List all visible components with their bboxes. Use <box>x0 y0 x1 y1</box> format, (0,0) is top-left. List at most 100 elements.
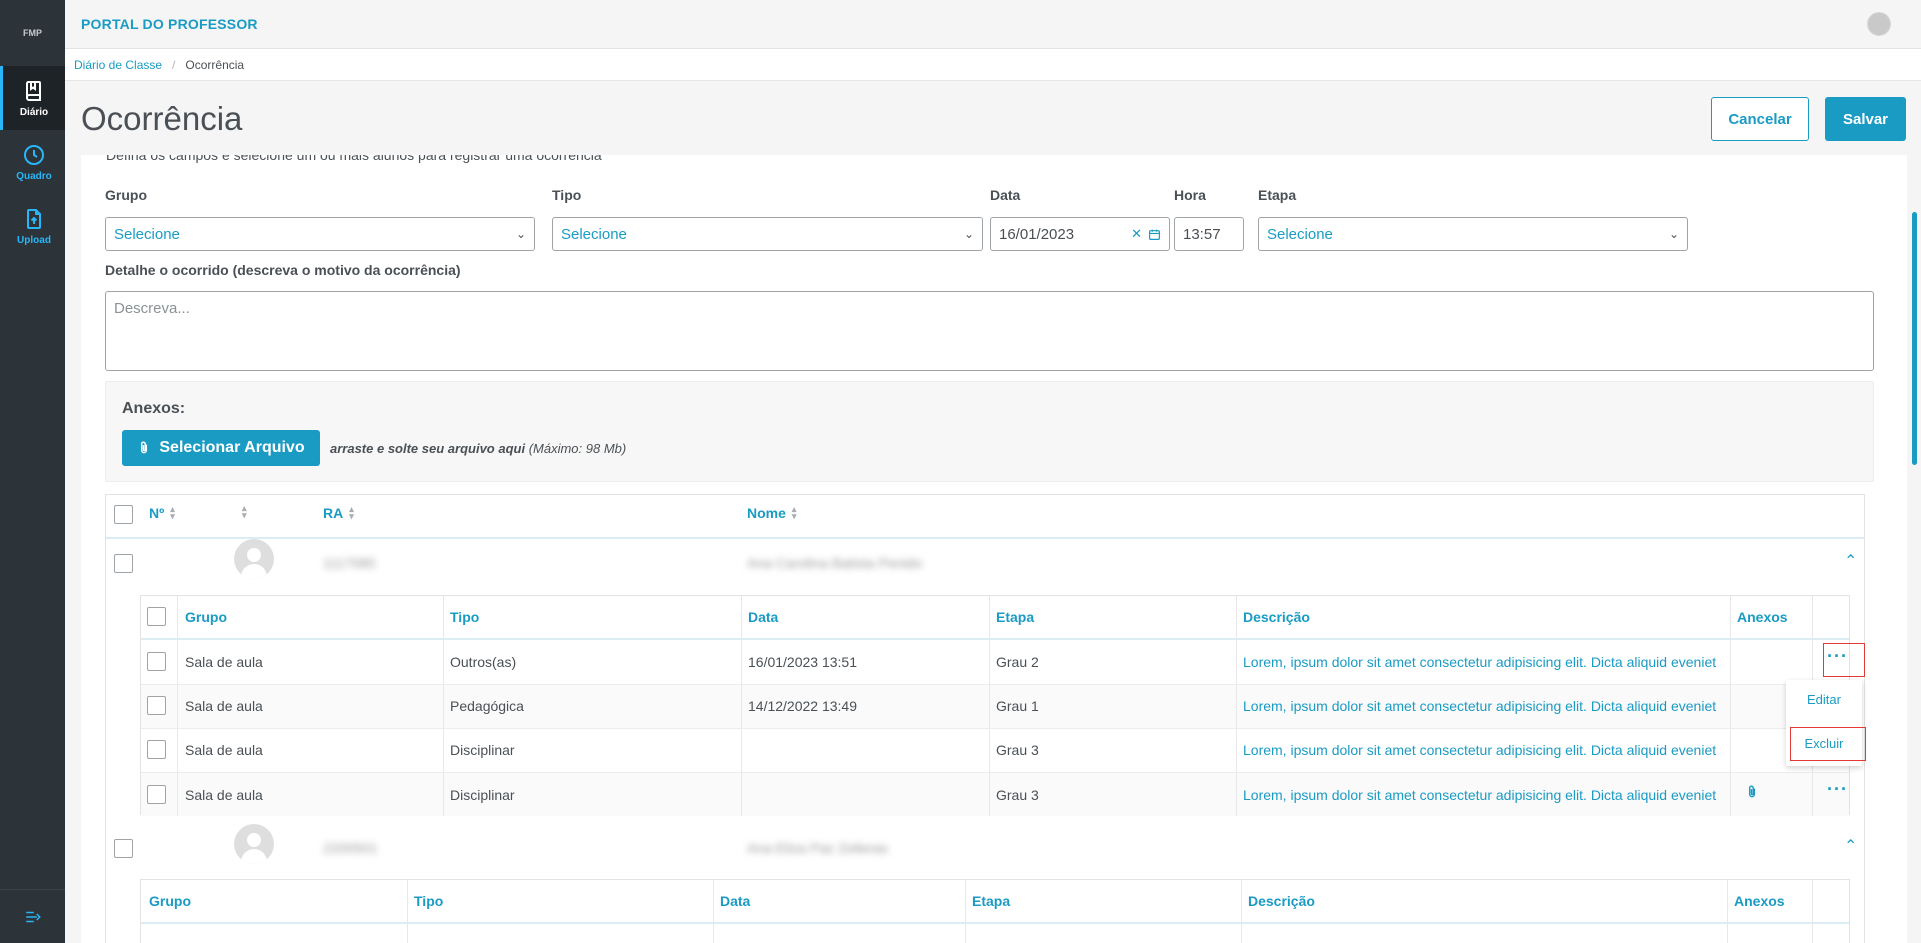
sidebar-item-quadro[interactable]: Quadro <box>0 130 65 194</box>
sidebar-item-label: Upload <box>17 234 51 246</box>
attachments-dropzone[interactable]: Anexos: Selecionar Arquivo arraste e sol… <box>105 381 1874 482</box>
grupo-select[interactable]: Selecione ⌄ <box>105 217 535 251</box>
book-icon <box>25 80 41 101</box>
breadcrumb-link-diario[interactable]: Diário de Classe <box>74 58 162 72</box>
student-checkbox[interactable] <box>114 839 133 858</box>
occurrence-checkbox[interactable] <box>147 740 166 759</box>
description-textarea[interactable]: Descreva... <box>105 291 1874 371</box>
student-ra: 1117085 <box>323 555 376 571</box>
student-name: Ana Eliza Paz Zelleras <box>747 840 888 856</box>
delete-item-highlight <box>1790 727 1866 761</box>
chevron-down-icon: ⌄ <box>1668 227 1679 241</box>
column-header-tipo[interactable]: Tipo <box>414 893 443 909</box>
cell-tipo: Disciplinar <box>450 742 515 758</box>
column-header-etapa[interactable]: Etapa <box>972 893 1010 909</box>
occurrences-table: Grupo Tipo Data Etapa Descrição Anexos <box>140 879 1850 943</box>
tipo-select-value: Selecione <box>561 225 627 243</box>
cell-descricao[interactable]: Lorem, ipsum dolor sit amet consectetur … <box>1243 742 1719 758</box>
clock-icon <box>24 144 44 165</box>
form-intro-text: Defina os campos e selecione um ou mais … <box>106 155 602 163</box>
time-field[interactable]: 13:57 <box>1174 217 1244 251</box>
edit-menu-item[interactable]: Editar <box>1786 692 1862 707</box>
column-header-tipo[interactable]: Tipo <box>450 609 479 625</box>
row-divider <box>141 772 1849 773</box>
breadcrumb: Diário de Classe / Ocorrência <box>65 49 1921 81</box>
cell-tipo: Outros(as) <box>450 654 517 670</box>
select-file-label: Selecionar Arquivo <box>159 439 305 456</box>
cell-descricao[interactable]: Lorem, ipsum dolor sit amet consectetur … <box>1243 787 1719 803</box>
column-header-grupo[interactable]: Grupo <box>149 893 191 909</box>
data-label: Data <box>990 187 1021 203</box>
occurrence-checkbox[interactable] <box>147 785 166 804</box>
column-header-label: Nº <box>149 505 165 521</box>
student-name: Ana Carolina Batista Penido <box>747 555 923 571</box>
cell-etapa: Grau 3 <box>996 787 1039 803</box>
select-all-occurrences-checkbox[interactable] <box>147 607 166 626</box>
column-header-ra[interactable]: RA ▴ ▾ <box>323 504 354 522</box>
column-header-data[interactable]: Data <box>748 609 778 625</box>
select-all-checkbox[interactable] <box>114 505 133 524</box>
app-logo[interactable]: FMP <box>0 0 65 66</box>
column-divider <box>1236 596 1237 816</box>
user-avatar[interactable] <box>1867 12 1891 36</box>
column-divider <box>1241 880 1242 943</box>
logo-text: FMP <box>23 28 42 38</box>
row-actions-button[interactable]: ··· <box>1827 779 1848 800</box>
breadcrumb-separator: / <box>172 57 176 72</box>
save-button[interactable]: Salvar <box>1825 97 1906 141</box>
top-bar: PORTAL DO PROFESSOR <box>65 0 1921 49</box>
column-header-descricao[interactable]: Descrição <box>1248 893 1315 909</box>
calendar-icon[interactable] <box>1148 228 1161 241</box>
row-divider <box>141 684 1849 685</box>
cell-descricao[interactable]: Lorem, ipsum dolor sit amet consectetur … <box>1243 698 1719 714</box>
collapse-row-icon[interactable]: ⌃ <box>1844 551 1857 571</box>
drop-hint-bold: arraste e solte seu arquivo aqui <box>330 441 526 456</box>
cell-grupo: Sala de aula <box>185 787 263 803</box>
column-header-numero[interactable]: Nº ▴ ▾ <box>149 504 175 522</box>
collapse-sidebar-button[interactable] <box>0 889 65 943</box>
select-file-button[interactable]: Selecionar Arquivo <box>122 430 320 466</box>
paperclip-icon[interactable] <box>1745 782 1759 805</box>
scrollbar-thumb[interactable] <box>1912 212 1917 465</box>
cell-data: 14/12/2022 13:49 <box>748 698 857 714</box>
sidebar-item-diario[interactable]: Diário <box>0 66 65 130</box>
column-divider <box>443 596 444 816</box>
column-header-descricao[interactable]: Descrição <box>1243 609 1310 625</box>
sort-icon: ▴ ▾ <box>170 504 175 521</box>
column-header-nome[interactable]: Nome ▴ ▾ <box>747 505 796 522</box>
collapse-row-icon[interactable]: ⌃ <box>1844 836 1857 856</box>
column-header-grupo[interactable]: Grupo <box>185 609 227 625</box>
column-header-data[interactable]: Data <box>720 893 750 909</box>
etapa-select[interactable]: Selecione ⌄ <box>1258 217 1688 251</box>
description-placeholder: Descreva... <box>114 300 190 317</box>
detalhe-label: Detalhe o ocorrido (descreva o motivo da… <box>105 262 461 278</box>
sort-icon: ▴ ▾ <box>242 503 247 520</box>
column-divider <box>1730 596 1731 816</box>
tipo-label: Tipo <box>552 187 582 203</box>
clear-icon[interactable]: ✕ <box>1131 226 1142 242</box>
time-field-value: 13:57 <box>1183 225 1221 243</box>
occurrence-checkbox[interactable] <box>147 696 166 715</box>
actions-button-highlight <box>1823 643 1865 677</box>
sidebar-item-upload[interactable]: Upload <box>0 194 65 258</box>
column-header-anexos[interactable]: Anexos <box>1737 609 1788 625</box>
attachments-label: Anexos: <box>122 400 186 417</box>
student-checkbox[interactable] <box>114 554 133 573</box>
cell-descricao[interactable]: Lorem, ipsum dolor sit amet consectetur … <box>1243 654 1719 670</box>
column-header-etapa[interactable]: Etapa <box>996 609 1034 625</box>
column-divider <box>407 880 408 943</box>
tipo-select[interactable]: Selecione ⌄ <box>552 217 983 251</box>
cancel-button[interactable]: Cancelar <box>1711 97 1809 141</box>
sort-icon: ▴ ▾ <box>349 504 354 521</box>
column-divider <box>177 596 178 816</box>
column-divider <box>741 596 742 816</box>
occurrence-checkbox[interactable] <box>147 652 166 671</box>
grupo-label: Grupo <box>105 187 147 203</box>
chevron-down-icon: ⌄ <box>515 227 526 241</box>
column-divider <box>965 880 966 943</box>
column-header-photo[interactable]: ▴ ▾ <box>242 503 247 520</box>
column-header-anexos[interactable]: Anexos <box>1734 893 1785 909</box>
sidebar-item-label: Quadro <box>16 170 52 182</box>
date-field[interactable]: 16/01/2023 ✕ <box>990 217 1170 251</box>
header-divider <box>141 638 1849 640</box>
